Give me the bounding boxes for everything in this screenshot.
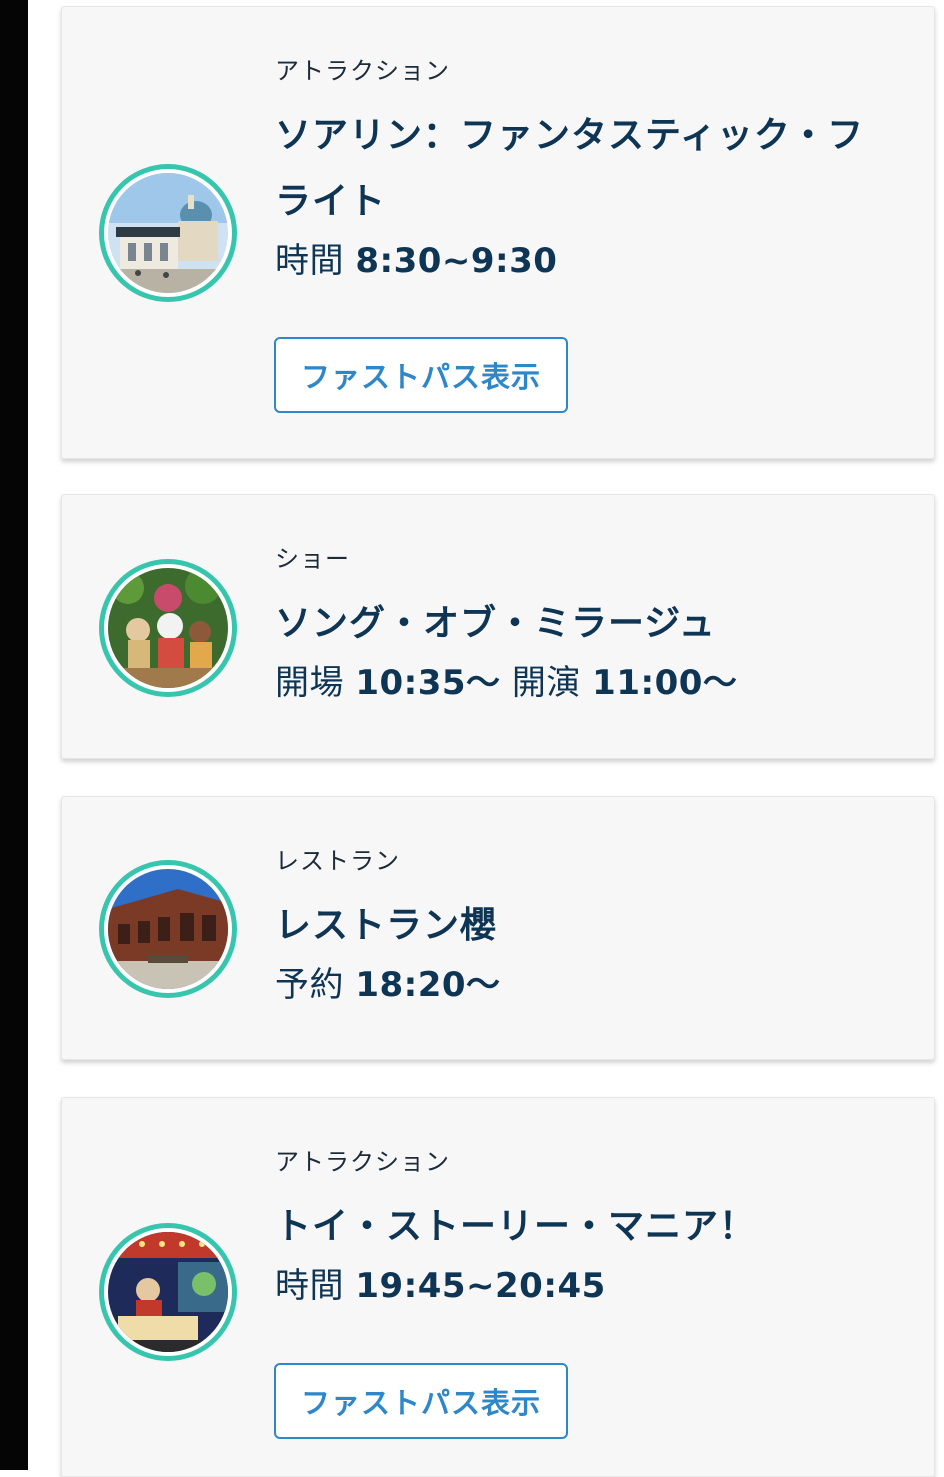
doors-open-label: 開場 xyxy=(275,663,344,703)
time-info: 時間 8:30~9:30 xyxy=(275,244,914,278)
item-title-line-1: ソアリン：ファンタスティック・フ xyxy=(275,115,865,156)
plan-card-3[interactable]: レストラン レストラン櫻 予約 18:20〜 xyxy=(61,796,935,1060)
category-label: アトラクション xyxy=(275,1148,450,1176)
showtime-value: 11:00〜 xyxy=(592,663,738,703)
thumbnail-3 xyxy=(99,860,237,998)
time-value: 8:30~9:30 xyxy=(355,241,558,281)
category-label: レストラン xyxy=(275,847,400,875)
ride-vehicle-photo-icon xyxy=(108,1232,228,1352)
time-info: 開場 10:35〜 開演 11:00〜 xyxy=(275,666,914,700)
time-label: 時間 xyxy=(275,241,344,281)
time-info: 予約 18:20〜 xyxy=(275,968,914,1002)
showtime-label: 開演 xyxy=(511,663,581,703)
fastpass-display-button[interactable]: ファストパス表示 xyxy=(274,1363,568,1439)
fastpass-display-button[interactable]: ファストパス表示 xyxy=(274,337,568,413)
time-info: 時間 19:45~20:45 xyxy=(275,1269,914,1303)
card-content-4: アトラクション トイ・ストーリー・マニア！ 時間 19:45~20:45 xyxy=(275,1150,914,1303)
item-title: トイ・ストーリー・マニア！ xyxy=(275,1194,914,1260)
time-value: 19:45~20:45 xyxy=(355,1266,606,1306)
item-title: ソアリン：ファンタスティック・フ ライト xyxy=(275,103,914,235)
thumbnail-4 xyxy=(99,1223,237,1361)
card-content-3: レストラン レストラン櫻 予約 18:20〜 xyxy=(275,849,914,1002)
restaurant-building-photo-icon xyxy=(108,869,228,989)
category-label: アトラクション xyxy=(275,57,450,85)
show-characters-photo-icon xyxy=(108,568,228,688)
plan-list: アトラクション ソアリン：ファンタスティック・フ ライト 時間 8:30~9:3… xyxy=(28,0,944,1477)
reservation-value: 18:20〜 xyxy=(355,965,501,1005)
thumbnail-1 xyxy=(99,164,237,302)
attraction-building-photo-icon xyxy=(108,173,228,293)
plan-card-2[interactable]: ショー ソング・オブ・ミラージュ 開場 10:35〜 開演 11:00〜 xyxy=(61,494,935,759)
reservation-label: 予約 xyxy=(275,965,344,1005)
plan-card-1[interactable]: アトラクション ソアリン：ファンタスティック・フ ライト 時間 8:30~9:3… xyxy=(61,6,935,459)
card-content-2: ショー ソング・オブ・ミラージュ 開場 10:35〜 開演 11:00〜 xyxy=(275,547,914,700)
card-content-1: アトラクション ソアリン：ファンタスティック・フ ライト 時間 8:30~9:3… xyxy=(275,59,914,278)
doors-open-value: 10:35〜 xyxy=(355,663,501,703)
item-title-line-1: レストラン櫻 xyxy=(275,905,498,946)
item-title-line-1: ソング・オブ・ミラージュ xyxy=(275,603,716,644)
item-title-line-1: トイ・ストーリー・マニア！ xyxy=(275,1206,757,1247)
plan-card-4[interactable]: アトラクション トイ・ストーリー・マニア！ 時間 19:45~20:45 ファス… xyxy=(61,1097,935,1477)
time-label: 時間 xyxy=(275,1266,344,1306)
category-label: ショー xyxy=(275,545,350,573)
left-edge-bar xyxy=(0,0,28,1470)
item-title: ソング・オブ・ミラージュ xyxy=(275,591,914,657)
item-title: レストラン櫻 xyxy=(275,893,914,959)
thumbnail-2 xyxy=(99,559,237,697)
item-title-line-2: ライト xyxy=(275,181,387,222)
